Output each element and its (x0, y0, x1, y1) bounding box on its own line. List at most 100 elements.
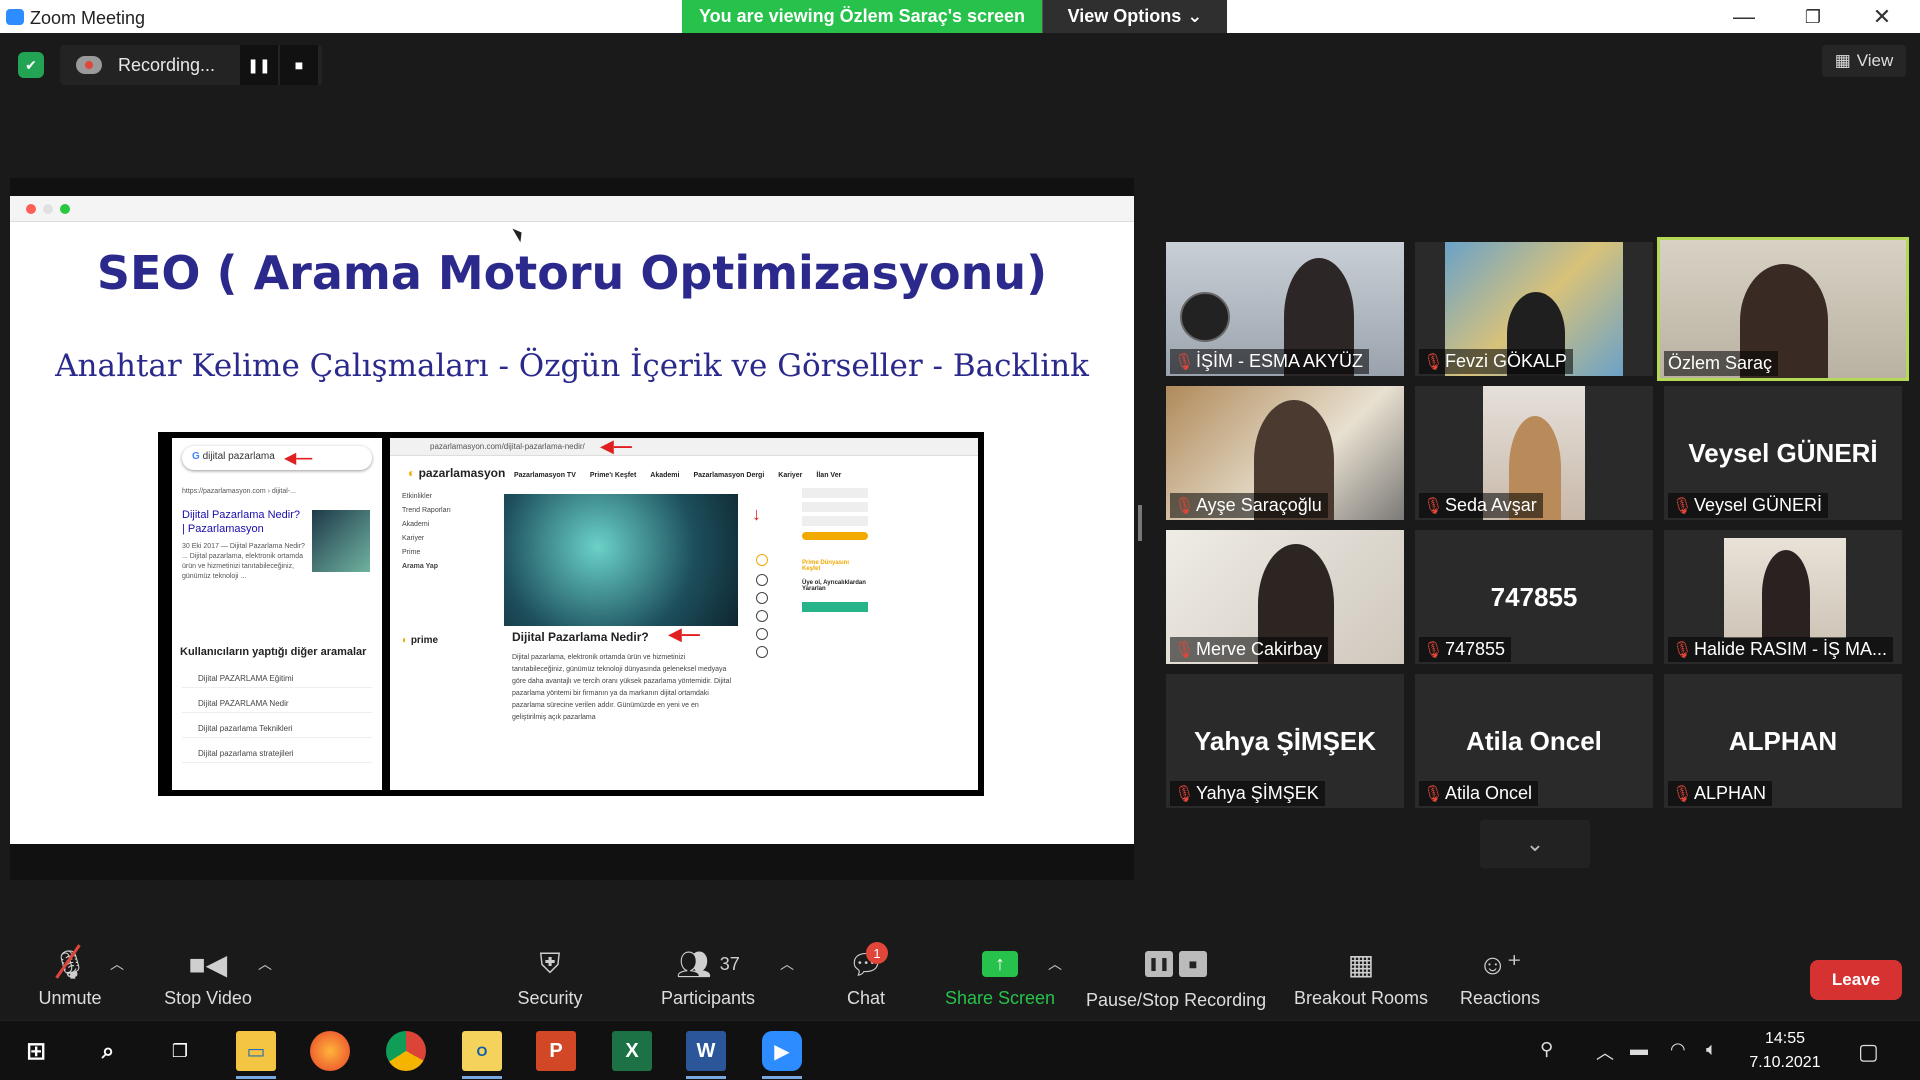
prime-logo-text: prime (410, 635, 439, 646)
pause-recording-icon[interactable]: ❚❚ (240, 45, 278, 85)
pause-stop-recording-button[interactable]: ❚❚ ■ Pause/Stop Recording (1086, 944, 1266, 1011)
reactions-button[interactable]: ☺⁺ Reactions (1458, 944, 1542, 1009)
chrome-icon[interactable] (386, 1031, 426, 1071)
audio-options-caret-icon[interactable]: ︿ (110, 954, 124, 974)
site-right-column: Prime Dünyasını Keşfet Üye ol, Ayrıcalık… (802, 488, 868, 688)
close-dot-icon (26, 204, 36, 214)
breakout-rooms-button[interactable]: ▦ Breakout Rooms (1292, 944, 1430, 1009)
share-screen-icon: ↑ (940, 944, 1060, 984)
powerpoint-icon[interactable]: P (536, 1031, 576, 1071)
restore-icon[interactable]: ❐ (1793, 7, 1833, 28)
muted-mic-icon: 🎙︎ (30, 943, 110, 984)
wifi-icon[interactable]: ◠ (1670, 1039, 1686, 1060)
security-button[interactable]: ⛨ Security (510, 944, 590, 1009)
form-field (802, 516, 868, 526)
browser-url-bar: pazarlamasyon.com/dijital-pazarlama-nedi… (390, 438, 978, 456)
muted-mic-icon: 🎙︎ (1672, 497, 1693, 515)
chat-button[interactable]: 💬︎ 1 Chat (838, 942, 894, 1009)
search-icon[interactable]: ⌕ (88, 1031, 128, 1071)
unmute-button[interactable]: 🎙︎ Unmute (30, 943, 110, 1009)
participant-tile[interactable]: 747855 🎙︎ 747855 (1415, 530, 1653, 664)
word-icon[interactable]: W (686, 1031, 726, 1079)
google-result-url: https://pazarlamasyon.com › dijital-... (182, 488, 296, 495)
participants-options-caret-icon[interactable]: ︿ (780, 954, 794, 974)
excel-icon[interactable]: X (612, 1031, 652, 1071)
battery-icon[interactable]: ▬ (1630, 1039, 1648, 1060)
other-search-item: Dijital PAZARLAMA Nedir (182, 695, 372, 713)
stop-recording-icon[interactable]: ■ (280, 45, 318, 85)
muted-mic-icon: 🎙︎ (1423, 641, 1444, 659)
chat-label: Chat (846, 988, 886, 1008)
participant-tile[interactable]: 🎙︎ Halide RASIM - İŞ MA... (1664, 530, 1902, 664)
breakout-rooms-grid-icon: ▦ (1347, 948, 1375, 980)
volume-icon[interactable]: 🔈︎ (1706, 1039, 1717, 1060)
participant-tile[interactable]: 🎙︎ Fevzi GÖKALP (1415, 242, 1653, 376)
other-searches-heading: Kullanıcıların yaptığı diğer aramalar (180, 646, 367, 658)
share-screen-label: Share Screen (944, 988, 1056, 1008)
prime-promo-sub: Üye ol, Ayrıcalıklardan Yararlan (802, 580, 866, 592)
viewing-screen-banner: You are viewing Özlem Saraç's screen (682, 0, 1042, 33)
site-logo-text: pazarlamasyon (418, 466, 506, 480)
share-screen-button[interactable]: ↑ Share Screen (940, 944, 1060, 1009)
leave-button[interactable]: Leave (1810, 960, 1902, 1000)
clock-date: 7.10.2021 (1749, 1054, 1821, 1071)
participants-button[interactable]: 👥︎ 37 Participants (658, 944, 758, 1009)
participant-name-label: 🎙︎ Merve Cakirbay (1170, 637, 1329, 662)
reactions-label: Reactions (1459, 988, 1541, 1008)
other-search-item: Dijital pazarlama stratejileri (182, 745, 372, 763)
hero-image (504, 494, 738, 626)
people-icon[interactable]: ⚲ (1540, 1039, 1553, 1060)
participant-tile[interactable]: 🎙︎ Ayşe Saraçoğlu (1166, 386, 1404, 520)
participant-tile[interactable]: Veysel GÜNERİ 🎙︎ Veysel GÜNERİ (1664, 386, 1902, 520)
share-options-caret-icon[interactable]: ︿ (1048, 954, 1062, 974)
participant-tile[interactable]: ALPHAN 🎙︎ ALPHAN (1664, 674, 1902, 808)
system-clock[interactable]: 14:55 7.10.2021 (1740, 1027, 1830, 1075)
site-nav-item: Pazarlamasyon TV (514, 472, 576, 479)
notifications-icon[interactable]: ▢ (1858, 1039, 1879, 1065)
form-button (802, 532, 868, 540)
split-resize-handle[interactable] (1138, 505, 1142, 541)
tray-expand-chevron-icon[interactable]: ︿ (1596, 1039, 1614, 1065)
google-search-box: G dijital pazarlama (182, 446, 372, 470)
zoom-app-icon[interactable]: ▶ (762, 1031, 802, 1079)
chevron-down-icon: ⌄ (1525, 831, 1545, 856)
participant-tile[interactable]: Yahya ŞİMŞEK 🎙︎ Yahya ŞİMŞEK (1166, 674, 1404, 808)
windows-start-icon[interactable]: ⊞ (16, 1031, 56, 1071)
task-view-icon[interactable]: ❐ (160, 1031, 200, 1071)
pause-stop-recording-icon: ❚❚ ■ (1086, 944, 1266, 984)
site-nav-item: Prime'ı Keşfet (589, 472, 637, 479)
window-title: Zoom Meeting (30, 8, 146, 28)
article-body: Dijital pazarlama, elektronik ortamda ür… (512, 654, 732, 721)
close-icon[interactable]: ✕ (1862, 4, 1902, 30)
site-side-item: Kariyer (402, 535, 425, 542)
participant-tile[interactable]: 🎙︎ İŞİM - ESMA AKYÜZ (1166, 242, 1404, 376)
title-bar: Zoom Meeting You are viewing Özlem Saraç… (0, 0, 1920, 33)
participant-tile-active-speaker[interactable]: Özlem Saraç (1657, 237, 1909, 381)
minimize-icon[interactable]: — (1724, 4, 1764, 30)
site-side-item: Akademi (402, 521, 430, 528)
next-page-button[interactable]: ⌄ (1480, 820, 1590, 868)
participants-count: 37 (719, 953, 740, 974)
muted-mic-icon: 🎙︎ (1174, 641, 1195, 659)
participant-name-label: 🎙︎ Atila Oncel (1419, 781, 1539, 806)
site-logo: ◐ pazarlamasyon (408, 466, 505, 480)
participant-tile[interactable]: 🎙︎ Merve Cakirbay (1166, 530, 1404, 664)
participants-icon: 👥︎ 37 (676, 948, 740, 980)
site-side-item: Prime (402, 549, 421, 556)
participant-tile[interactable]: 🎙︎ Seda Avşar (1415, 386, 1653, 520)
stop-video-label: Stop Video (164, 988, 252, 1008)
other-search-item: Dijital PAZARLAMA Eğitimi (182, 670, 372, 688)
encryption-shield-icon[interactable]: ✔ (18, 52, 44, 78)
linkedin-icon (756, 610, 768, 622)
participants-label: Participants (660, 988, 756, 1008)
view-options-button[interactable]: View Options ⌄ (1042, 0, 1227, 33)
participant-tile[interactable]: Atila Oncel 🎙︎ Atila Oncel (1415, 674, 1653, 808)
video-options-caret-icon[interactable]: ︿ (258, 954, 272, 974)
file-explorer-icon[interactable]: ▭ (236, 1031, 276, 1079)
view-options-label: View Options (1067, 6, 1182, 26)
site-side-item: Arama Yap (402, 563, 439, 570)
stop-video-button[interactable]: ■◀ Stop Video (158, 944, 258, 1009)
view-button[interactable]: ▦ View (1822, 45, 1906, 77)
firefox-icon[interactable] (310, 1031, 350, 1071)
outlook-icon[interactable]: O (462, 1031, 502, 1079)
